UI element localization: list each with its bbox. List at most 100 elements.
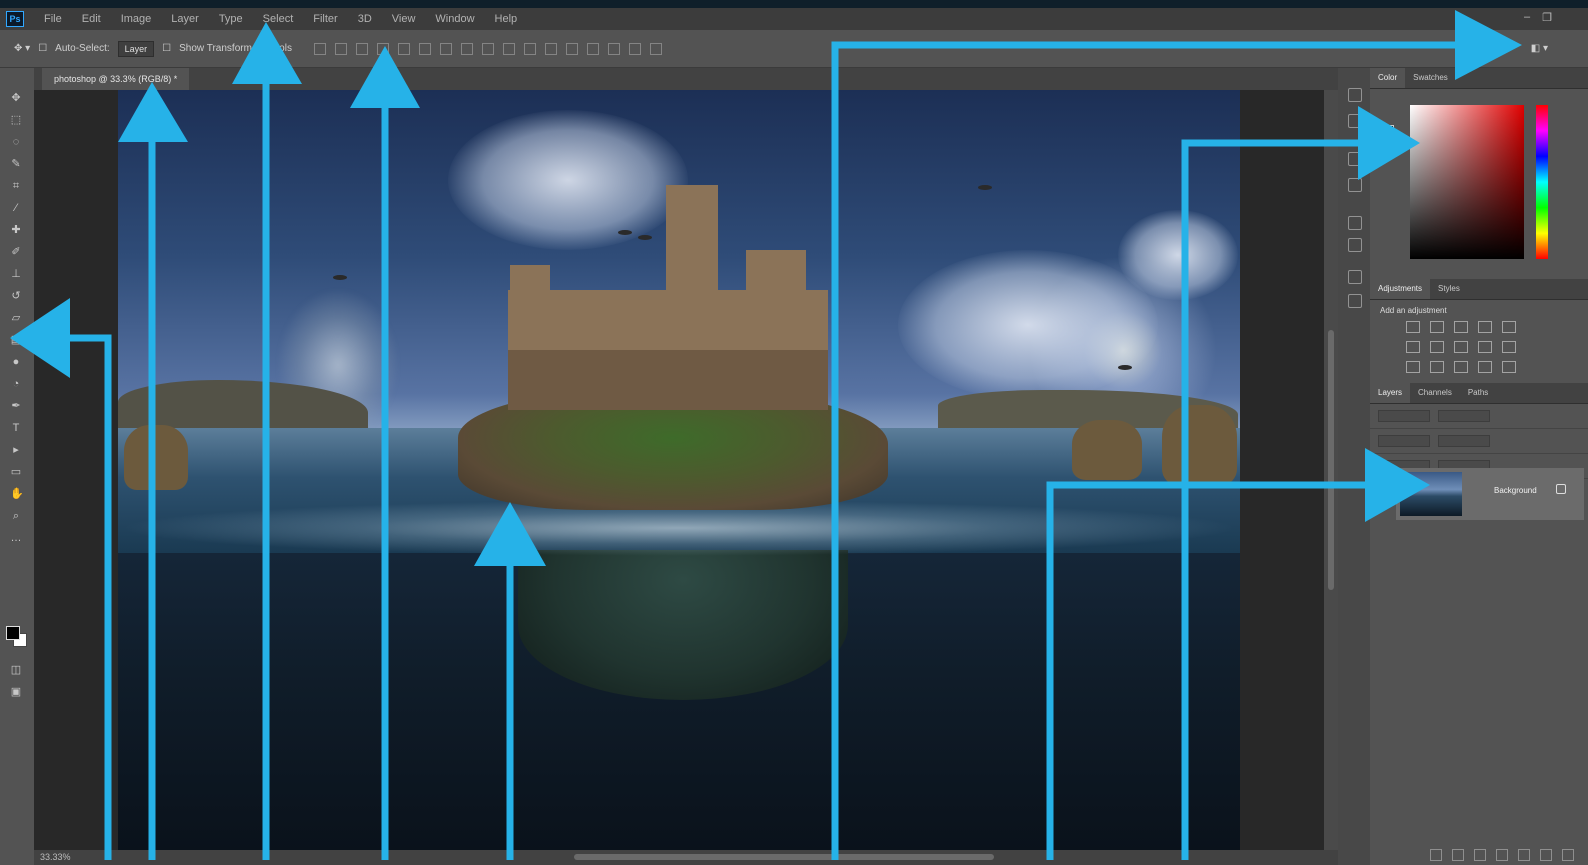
actions-panel-icon[interactable] (1348, 114, 1362, 128)
tab-adjustments[interactable]: Adjustments (1370, 279, 1431, 299)
color-picker-field[interactable] (1410, 105, 1524, 259)
align-vcenter-icon[interactable] (334, 42, 347, 55)
layer-filter-icons[interactable] (1438, 410, 1490, 422)
menu-window[interactable]: Window (425, 13, 484, 25)
tab-color[interactable]: Color (1370, 68, 1406, 88)
channel-mixer-icon[interactable] (1502, 341, 1516, 353)
type-tool-icon[interactable]: T (10, 422, 22, 434)
layer-kind-filter[interactable] (1378, 410, 1430, 422)
posterize-icon[interactable] (1430, 361, 1444, 373)
show-transform-checkbox[interactable]: ☐ (162, 43, 171, 54)
new-group-icon[interactable] (1518, 849, 1530, 861)
move-tool-preset-icon[interactable]: ✥ ▾ (14, 43, 30, 54)
black-white-icon[interactable] (1454, 341, 1468, 353)
eyedropper-tool-icon[interactable]: ⁄ (10, 202, 22, 214)
quick-select-tool-icon[interactable]: ✎ (10, 158, 22, 170)
3d-orbit-icon[interactable] (586, 42, 599, 55)
distribute-right-icon[interactable] (544, 42, 557, 55)
document-canvas[interactable] (118, 90, 1240, 850)
screen-mode-icon[interactable]: ▣ (10, 686, 22, 698)
levels-icon[interactable] (1430, 321, 1444, 333)
layer-style-icon[interactable] (1452, 849, 1464, 861)
distribute-left-icon[interactable] (502, 42, 515, 55)
eraser-tool-icon[interactable]: ▱ (10, 312, 22, 324)
align-top-icon[interactable] (313, 42, 326, 55)
panel-foreground-swatch[interactable] (1382, 125, 1394, 137)
layer-mask-icon[interactable] (1474, 849, 1486, 861)
link-layers-icon[interactable] (1430, 849, 1442, 861)
vertical-scrollbar[interactable] (1324, 90, 1338, 850)
opacity-field[interactable] (1438, 435, 1490, 447)
threshold-icon[interactable] (1454, 361, 1468, 373)
distribute-bottom-icon[interactable] (481, 42, 494, 55)
vertical-scroll-thumb[interactable] (1328, 330, 1334, 590)
adjustment-layer-icon[interactable] (1496, 849, 1508, 861)
shape-tool-icon[interactable]: ▭ (10, 466, 22, 478)
menu-help[interactable]: Help (485, 13, 528, 25)
delete-layer-icon[interactable] (1562, 849, 1574, 861)
lasso-tool-icon[interactable]: ◌ (10, 136, 22, 148)
horizontal-scroll-thumb[interactable] (574, 854, 994, 860)
exposure-icon[interactable] (1478, 321, 1492, 333)
hand-tool-icon[interactable]: ✋ (10, 488, 24, 500)
auto-select-checkbox[interactable]: ☐ (38, 43, 47, 54)
tab-channels[interactable]: Channels (1410, 383, 1460, 403)
tab-styles[interactable]: Styles (1430, 279, 1468, 299)
photo-filter-icon[interactable] (1478, 341, 1492, 353)
curves-icon[interactable] (1454, 321, 1468, 333)
invert-icon[interactable] (1406, 361, 1420, 373)
menu-filter[interactable]: Filter (303, 13, 347, 25)
brightness-contrast-icon[interactable] (1406, 321, 1420, 333)
align-right-icon[interactable] (418, 42, 431, 55)
auto-align-icon[interactable] (565, 42, 578, 55)
align-hcenter-icon[interactable] (397, 42, 410, 55)
blend-mode-dropdown[interactable] (1378, 435, 1430, 447)
menu-edit[interactable]: Edit (72, 13, 111, 25)
color-balance-icon[interactable] (1430, 341, 1444, 353)
minimize-icon[interactable]: – (1524, 11, 1530, 24)
crop-tool-icon[interactable]: ⌗ (10, 180, 22, 192)
distribute-vcenter-icon[interactable] (460, 42, 473, 55)
clone-stamp-tool-icon[interactable]: ⊥ (10, 268, 22, 280)
menu-type[interactable]: Type (209, 13, 253, 25)
zoom-readout[interactable]: 33.33% (40, 850, 71, 865)
hue-slider[interactable] (1536, 105, 1548, 259)
menu-3d[interactable]: 3D (348, 13, 382, 25)
menu-layer[interactable]: Layer (161, 13, 209, 25)
pen-tool-icon[interactable]: ✒ (10, 400, 22, 412)
gradient-map-icon[interactable] (1502, 361, 1516, 373)
brush-tool-icon[interactable]: ✐ (10, 246, 22, 258)
tab-paths[interactable]: Paths (1460, 383, 1496, 403)
3d-roll-icon[interactable] (607, 42, 620, 55)
healing-brush-tool-icon[interactable]: ✚ (10, 224, 22, 236)
menu-view[interactable]: View (382, 13, 426, 25)
distribute-hcenter-icon[interactable] (523, 42, 536, 55)
gradient-tool-icon[interactable]: ▤ (10, 334, 22, 346)
menu-file[interactable]: File (34, 13, 72, 25)
more-tools-icon[interactable]: … (10, 532, 22, 544)
libraries-panel-icon[interactable] (1348, 178, 1362, 192)
tab-layers[interactable]: Layers (1370, 383, 1411, 403)
distribute-top-icon[interactable] (439, 42, 452, 55)
quick-mask-icon[interactable]: ◫ (10, 664, 22, 676)
new-layer-icon[interactable] (1540, 849, 1552, 861)
path-select-tool-icon[interactable]: ▸ (10, 444, 22, 456)
3d-pan-icon[interactable] (628, 42, 641, 55)
move-tool-icon[interactable]: ✥ (10, 92, 22, 104)
paragraph-panel-icon[interactable] (1348, 238, 1362, 252)
marquee-tool-icon[interactable]: ⬚ (10, 114, 22, 126)
brush-panel-icon[interactable] (1348, 270, 1362, 284)
3d-slide-icon[interactable] (649, 42, 662, 55)
selective-color-icon[interactable] (1478, 361, 1492, 373)
zoom-tool-icon[interactable]: ⌕ (10, 510, 22, 522)
blur-tool-icon[interactable]: ● (10, 356, 22, 368)
align-bottom-icon[interactable] (355, 42, 368, 55)
foreground-color-swatch[interactable] (6, 626, 20, 640)
layer-row-background[interactable]: Background (1396, 468, 1584, 520)
document-tab[interactable]: photoshop @ 33.3% (RGB/8) * (42, 68, 190, 90)
history-panel-icon[interactable] (1348, 88, 1362, 102)
tab-swatches[interactable]: Swatches (1405, 68, 1456, 88)
workspace-switcher-icon[interactable]: ◧ ▾ (1531, 43, 1548, 54)
hue-saturation-icon[interactable] (1406, 341, 1420, 353)
vibrance-icon[interactable] (1502, 321, 1516, 333)
